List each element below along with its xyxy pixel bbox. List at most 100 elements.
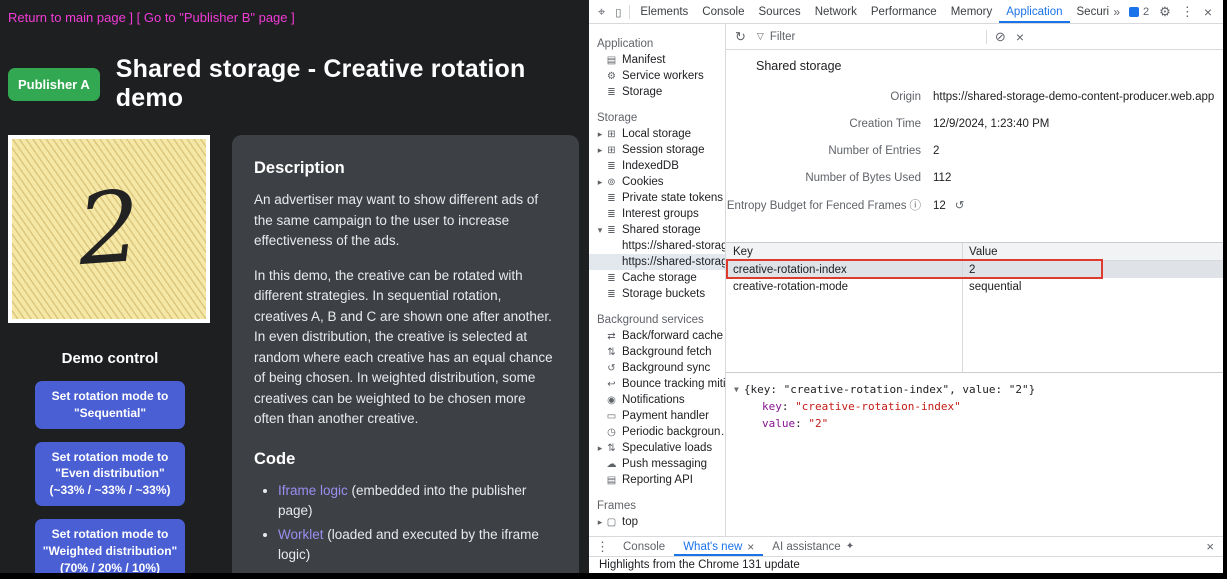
database-icon	[605, 209, 618, 220]
code-link[interactable]: Iframe logic	[278, 483, 348, 498]
sidebar-row[interactable]: top	[589, 514, 725, 530]
sidebar-row[interactable]: Service workers	[589, 68, 725, 84]
sidebar-item-label: Manifest	[622, 54, 665, 66]
devtools-tab[interactable]: Network	[808, 0, 864, 23]
sidebar-row[interactable]: Periodic backgroun…	[589, 424, 725, 440]
delete-all-icon[interactable]	[990, 30, 1011, 43]
filter-icon	[757, 31, 764, 42]
sidebar-row[interactable]: Cache storage	[589, 270, 725, 286]
close-drawer-icon[interactable]	[1197, 539, 1223, 554]
tab-ai-assistance[interactable]: AI assistance	[763, 537, 863, 556]
sidebar-row[interactable]: Back/forward cache	[589, 328, 725, 344]
spark-icon	[846, 541, 854, 552]
sidebar-row[interactable]: https://shared-storage…	[589, 238, 725, 254]
rotation-mode-button[interactable]: Set rotation mode to "Sequential"	[35, 381, 185, 429]
sidebar-row[interactable]: Storage	[589, 84, 725, 100]
sidebar-item-label: Application	[597, 38, 653, 50]
sidebar-item-label: Notifications	[622, 394, 685, 406]
page-title: Shared storage - Creative rotation demo	[116, 55, 579, 113]
preview-token: }	[1029, 383, 1036, 396]
sidebar-row[interactable]: Payment handler	[589, 408, 725, 424]
sidebar-row[interactable]: IndexedDB	[589, 158, 725, 174]
disclosure-arrow-icon	[595, 177, 605, 188]
sidebar-row[interactable]: Local storage	[589, 126, 725, 142]
filter-input[interactable]: Filter	[751, 31, 983, 43]
devtools-tab[interactable]: Security	[1070, 0, 1110, 23]
return-main-page-link[interactable]: Return to main page	[8, 10, 126, 25]
meta-value: 12/9/2024, 1:23:40 PM	[933, 118, 1223, 130]
cell-value: sequential	[962, 281, 1223, 293]
publisher-b-link[interactable]: Go to "Publisher B" page	[144, 10, 288, 25]
settings-gear-icon[interactable]	[1154, 5, 1176, 18]
payment-card-icon	[605, 411, 618, 422]
inspect-icon[interactable]	[593, 5, 610, 18]
devtools-tab[interactable]: Console	[695, 0, 751, 23]
sync-icon	[605, 363, 618, 374]
sidebar-row[interactable]: https://shared-storage…	[589, 254, 725, 270]
rotation-mode-button[interactable]: Set rotation mode to "Weighted distribut…	[35, 519, 185, 573]
refresh-icon[interactable]	[730, 30, 751, 43]
meta-row-bytes: Number of Bytes Used 112	[726, 164, 1223, 191]
issues-count: 2	[1143, 6, 1149, 18]
cell-key: creative-rotation-index	[726, 264, 962, 276]
more-tabs-icon[interactable]	[1109, 5, 1124, 19]
more-options-icon[interactable]	[1176, 5, 1199, 18]
sidebar-row[interactable]: Shared storage	[589, 222, 725, 238]
sidebar-row[interactable]: Speculative loads	[589, 440, 725, 456]
sidebar-item-label: Frames	[597, 500, 636, 512]
sidebar-row[interactable]: Session storage	[589, 142, 725, 158]
sidebar-row[interactable]: Cookies	[589, 174, 725, 190]
rotation-mode-button[interactable]: Set rotation mode to "Even distribution"…	[35, 442, 185, 506]
table-row[interactable]: creative-rotation-index 2	[726, 261, 1223, 278]
issues-count-badge[interactable]: 2	[1124, 6, 1154, 18]
table-icon	[605, 145, 618, 156]
column-divider[interactable]	[962, 243, 963, 372]
devtools-tab[interactable]: Sources	[752, 0, 808, 23]
column-header-key[interactable]: Key	[726, 246, 962, 258]
sidebar-row[interactable]: Bounce tracking miti…	[589, 376, 725, 392]
description-paragraph-2: In this demo, the creative can be rotate…	[254, 266, 557, 430]
screenshot-root: Return to main page ] [ Go to "Publisher…	[0, 0, 1227, 579]
close-devtools-icon[interactable]	[1199, 5, 1217, 19]
sidebar-row[interactable]: Push messaging	[589, 456, 725, 472]
code-link[interactable]: Worklet	[278, 527, 324, 542]
close-whats-new-icon[interactable]	[747, 540, 754, 554]
tab-console[interactable]: Console	[614, 537, 674, 556]
tab-whats-new[interactable]: What's new	[674, 537, 763, 556]
sidebar-row[interactable]: Interest groups	[589, 206, 725, 222]
close-panel-icon[interactable]	[1011, 30, 1029, 44]
column-header-value[interactable]: Value	[962, 246, 1223, 258]
devtools-tab[interactable]: Application	[999, 0, 1069, 23]
object-property: value: "2"	[732, 417, 1217, 430]
sidebar-row[interactable]: Background sync	[589, 360, 725, 376]
sidebar-row[interactable]: Notifications	[589, 392, 725, 408]
disclosure-arrow-icon	[595, 129, 605, 140]
devtools-tab[interactable]: Memory	[944, 0, 1000, 23]
disclosure-arrow-icon	[595, 225, 605, 236]
property-colon: :	[782, 400, 795, 413]
sidebar-item-label: Payment handler	[622, 410, 709, 422]
sidebar-item-label: IndexedDB	[622, 160, 679, 172]
sidebar-row[interactable]: Background fetch	[589, 344, 725, 360]
expand-arrow-icon[interactable]	[732, 383, 744, 394]
drawer-menu-icon[interactable]	[591, 540, 614, 553]
devtools-body: Application Manifest Service workers Sto…	[589, 24, 1223, 536]
devtools-tab[interactable]: Elements	[633, 0, 695, 23]
devtools-tab[interactable]: Performance	[864, 0, 944, 23]
device-toolbar-icon[interactable]	[610, 5, 626, 19]
sidebar-row[interactable]: Reporting API	[589, 472, 725, 488]
code-links-list: Iframe logic (embedded into the publishe…	[254, 481, 557, 566]
meta-label: Entropy Budget for Fenced Framesⓘ	[726, 197, 921, 213]
info-icon[interactable]: ⓘ	[910, 200, 922, 212]
reset-budget-icon[interactable]: ↺	[955, 200, 965, 212]
object-preview[interactable]: {key: "creative-rotation-index", value: …	[732, 383, 1217, 396]
sidebar-row[interactable]: Manifest	[589, 52, 725, 68]
sidebar-row[interactable]: Private state tokens	[589, 190, 725, 206]
sidebar-row[interactable]: Storage buckets	[589, 286, 725, 302]
tabbar-right-controls: 2	[1124, 5, 1223, 19]
property-value: "creative-rotation-index"	[795, 400, 961, 413]
meta-label: Creation Time	[726, 118, 921, 130]
database-icon	[605, 193, 618, 204]
sidebar-item-label: Reporting API	[622, 474, 693, 486]
table-row[interactable]: creative-rotation-mode sequential	[726, 278, 1223, 295]
